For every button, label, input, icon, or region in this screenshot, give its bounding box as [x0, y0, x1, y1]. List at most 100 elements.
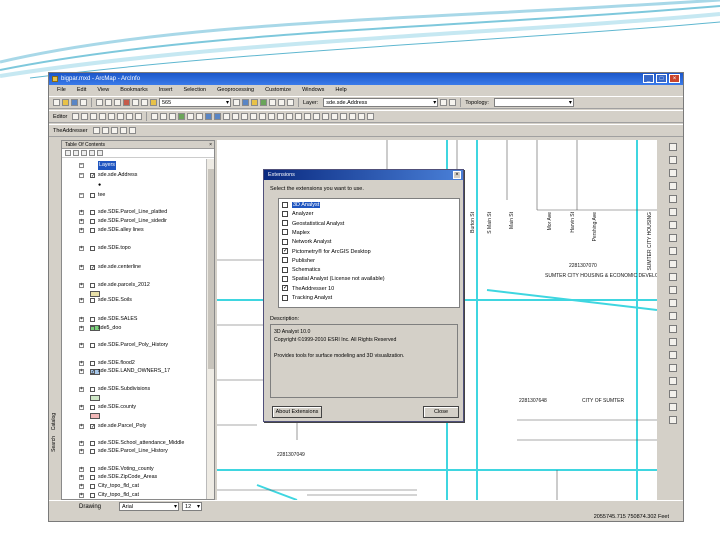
- extension-checkbox[interactable]: [282, 294, 288, 301]
- list-by-selection-icon[interactable]: [89, 150, 95, 156]
- sketch-properties-icon[interactable]: [126, 113, 134, 120]
- fixed-zoom-out-icon[interactable]: [196, 113, 204, 120]
- extension-checkbox[interactable]: [282, 238, 288, 245]
- arctoolbox-icon[interactable]: [269, 99, 276, 106]
- dialog-close-icon[interactable]: ×: [453, 171, 461, 179]
- toc-layer-row[interactable]: − Layers: [62, 161, 207, 170]
- extension-item[interactable]: Maplex: [282, 229, 310, 238]
- menu-edit[interactable]: Edit: [77, 85, 86, 95]
- maximize-button[interactable]: □: [656, 74, 667, 83]
- drawing-menu[interactable]: Drawing: [79, 504, 101, 510]
- graph-vertical-icon[interactable]: [669, 364, 677, 372]
- pan-vertical-icon[interactable]: [669, 169, 677, 177]
- hyperlink-vertical-icon[interactable]: [669, 273, 677, 281]
- map-scale-combo[interactable]: 565: [159, 98, 231, 107]
- hyperlink-icon[interactable]: [259, 113, 267, 120]
- expand-collapse-icon[interactable]: +: [79, 493, 84, 498]
- full-extent-vertical-icon[interactable]: [669, 182, 677, 190]
- flag-vertical-icon[interactable]: [669, 377, 677, 385]
- new-icon[interactable]: [53, 99, 60, 106]
- forward-vertical-icon[interactable]: [669, 208, 677, 216]
- extension-item[interactable]: Analyzer: [282, 210, 313, 219]
- identify-icon[interactable]: [440, 99, 448, 106]
- editor-menu[interactable]: Editor: [53, 114, 67, 120]
- pan-tool-icon[interactable]: [169, 113, 177, 120]
- expand-collapse-icon[interactable]: −: [79, 173, 84, 178]
- create-features-icon[interactable]: [135, 113, 143, 120]
- expand-collapse-icon[interactable]: +: [79, 343, 84, 348]
- layer-visibility-checkbox[interactable]: [90, 493, 95, 498]
- close-dialog-button[interactable]: Close: [423, 406, 459, 418]
- add-data-icon[interactable]: [150, 99, 157, 106]
- zoom-out-vertical-icon[interactable]: [669, 156, 677, 164]
- toc-layer-row[interactable]: − tee: [62, 191, 207, 200]
- toc-layer-row[interactable]: + ✓ sde.sde.centerline: [62, 263, 207, 272]
- extension-checkbox[interactable]: [282, 257, 288, 264]
- list-by-visibility-icon[interactable]: [81, 150, 87, 156]
- edit-vertical-icon[interactable]: [669, 299, 677, 307]
- expand-collapse-icon[interactable]: +: [79, 283, 84, 288]
- toc-layer-row[interactable]: − ✓ sde.sde.Address: [62, 171, 207, 180]
- layer-symbol-swatch[interactable]: [90, 413, 100, 419]
- extension-checkbox[interactable]: [282, 266, 288, 273]
- zoom-in-icon[interactable]: [151, 113, 159, 120]
- address-pick-icon[interactable]: [101, 127, 109, 134]
- expand-collapse-icon[interactable]: +: [79, 265, 84, 270]
- toc-layer-row[interactable]: + City_topo_fld_cat: [62, 482, 207, 491]
- font-size-combo[interactable]: 12: [182, 502, 203, 511]
- toc-layer-row[interactable]: + sde.SDE.Subdivisions: [62, 385, 207, 394]
- swipe-icon[interactable]: [322, 113, 330, 120]
- paste-icon[interactable]: [114, 99, 121, 106]
- toc-scrollbar[interactable]: [206, 159, 214, 499]
- sketch-icon[interactable]: [81, 113, 89, 120]
- layer-visibility-checkbox[interactable]: [90, 484, 95, 489]
- toc-layer-row[interactable]: + sde.SDE.SALES: [62, 315, 207, 324]
- expand-collapse-icon[interactable]: +: [79, 449, 84, 454]
- georef-vertical-icon[interactable]: [669, 325, 677, 333]
- toc-layer-row[interactable]: + City_topo_fld_cat: [62, 491, 207, 500]
- photo-vertical-icon[interactable]: [669, 351, 677, 359]
- layer-visibility-checkbox[interactable]: [90, 387, 95, 392]
- extension-item[interactable]: Network Analyst: [282, 238, 331, 247]
- address-settings-icon[interactable]: [128, 127, 136, 134]
- back-extent-icon[interactable]: [205, 113, 213, 120]
- toc-layer-row[interactable]: + ✓ sde.SDE.LAND_OWNERS_17: [62, 367, 207, 376]
- menu-customize[interactable]: Customize: [265, 85, 291, 95]
- layer-visibility-checkbox[interactable]: [90, 210, 95, 215]
- fixed-zoom-in-icon[interactable]: [187, 113, 195, 120]
- expand-collapse-icon[interactable]: +: [79, 246, 84, 251]
- identify-vertical-icon[interactable]: [669, 234, 677, 242]
- menu-file[interactable]: File: [57, 85, 66, 95]
- catalog-icon[interactable]: [251, 99, 258, 106]
- address-tool-icon[interactable]: [92, 127, 100, 134]
- pictometry-icon[interactable]: [367, 113, 375, 120]
- layer-visibility-checkbox[interactable]: [90, 449, 95, 454]
- toc-scroll-thumb[interactable]: [208, 169, 214, 369]
- options-vertical-icon[interactable]: [669, 416, 677, 424]
- expand-collapse-icon[interactable]: −: [79, 163, 84, 168]
- menu-selection[interactable]: Selection: [183, 85, 206, 95]
- split-icon[interactable]: [99, 113, 107, 120]
- layer-symbol-swatch[interactable]: [90, 395, 100, 401]
- go-to-xy-icon[interactable]: [304, 113, 312, 120]
- cut-icon[interactable]: [96, 99, 103, 106]
- search-window-icon[interactable]: [260, 99, 267, 106]
- table-of-contents-icon[interactable]: [242, 99, 249, 106]
- font-combo[interactable]: Arial: [119, 502, 180, 511]
- redo-icon[interactable]: [141, 99, 148, 106]
- minimize-button[interactable]: _: [643, 74, 654, 83]
- layer-visibility-checkbox[interactable]: [90, 405, 95, 410]
- toc-layer-row[interactable]: + sde.SDE.Parcel_Line_platted: [62, 208, 207, 217]
- extension-checkbox[interactable]: [282, 201, 288, 208]
- expand-collapse-icon[interactable]: +: [79, 326, 84, 331]
- menu-help[interactable]: Help: [335, 85, 346, 95]
- extension-checkbox[interactable]: ✓: [282, 285, 288, 292]
- menu-geoprocessing[interactable]: Geoprocessing: [217, 85, 254, 95]
- expand-collapse-icon[interactable]: +: [79, 484, 84, 489]
- expand-collapse-icon[interactable]: +: [79, 475, 84, 480]
- full-extent-icon[interactable]: [178, 113, 186, 120]
- select-elements-icon[interactable]: [241, 113, 249, 120]
- extension-item[interactable]: Tracking Analyst: [282, 294, 332, 303]
- expand-collapse-icon[interactable]: +: [79, 467, 84, 472]
- edit-tool-icon[interactable]: [72, 113, 80, 120]
